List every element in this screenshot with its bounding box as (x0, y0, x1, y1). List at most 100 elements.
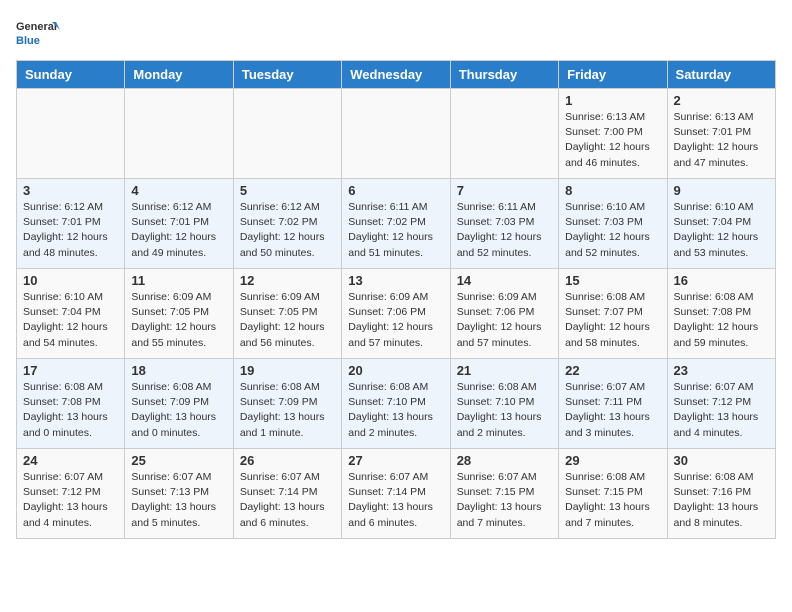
calendar-cell: 5 Sunrise: 6:12 AM Sunset: 7:02 PM Daylig… (233, 179, 341, 269)
day-number: 21 (457, 363, 552, 378)
calendar-cell: 26 Sunrise: 6:07 AM Sunset: 7:14 PM Dayli… (233, 449, 341, 539)
calendar-cell: 10 Sunrise: 6:10 AM Sunset: 7:04 PM Dayli… (17, 269, 125, 359)
day-number: 1 (565, 93, 660, 108)
weekday-header-row: SundayMondayTuesdayWednesdayThursdayFrid… (17, 61, 776, 89)
day-info: Sunrise: 6:09 AM Sunset: 7:05 PM Dayligh… (131, 290, 226, 351)
day-number: 14 (457, 273, 552, 288)
calendar-cell: 25 Sunrise: 6:07 AM Sunset: 7:13 PM Dayli… (125, 449, 233, 539)
day-info: Sunrise: 6:10 AM Sunset: 7:04 PM Dayligh… (23, 290, 118, 351)
day-number: 30 (674, 453, 769, 468)
week-row-5: 24 Sunrise: 6:07 AM Sunset: 7:12 PM Dayli… (17, 449, 776, 539)
calendar-cell: 16 Sunrise: 6:08 AM Sunset: 7:08 PM Dayli… (667, 269, 775, 359)
day-info: Sunrise: 6:09 AM Sunset: 7:06 PM Dayligh… (348, 290, 443, 351)
calendar-cell: 15 Sunrise: 6:08 AM Sunset: 7:07 PM Dayli… (559, 269, 667, 359)
day-number: 27 (348, 453, 443, 468)
calendar-cell (17, 89, 125, 179)
day-number: 16 (674, 273, 769, 288)
calendar-cell: 7Sunrise: 6:11 AM Sunset: 7:03 PM Daylig… (450, 179, 558, 269)
weekday-header-thursday: Thursday (450, 61, 558, 89)
day-info: Sunrise: 6:11 AM Sunset: 7:02 PM Dayligh… (348, 200, 443, 261)
day-number: 8 (565, 183, 660, 198)
day-info: Sunrise: 6:07 AM Sunset: 7:14 PM Dayligh… (240, 470, 335, 531)
day-info: Sunrise: 6:07 AM Sunset: 7:11 PM Dayligh… (565, 380, 660, 441)
day-info: Sunrise: 6:07 AM Sunset: 7:12 PM Dayligh… (23, 470, 118, 531)
day-info: Sunrise: 6:08 AM Sunset: 7:15 PM Dayligh… (565, 470, 660, 531)
calendar-cell: 24 Sunrise: 6:07 AM Sunset: 7:12 PM Dayli… (17, 449, 125, 539)
logo: General Blue (16, 16, 68, 48)
weekday-header-monday: Monday (125, 61, 233, 89)
calendar-cell: 4 Sunrise: 6:12 AM Sunset: 7:01 PM Daylig… (125, 179, 233, 269)
weekday-header-tuesday: Tuesday (233, 61, 341, 89)
day-number: 29 (565, 453, 660, 468)
day-info: Sunrise: 6:12 AM Sunset: 7:01 PM Dayligh… (23, 200, 118, 261)
calendar-cell: 27 Sunrise: 6:07 AM Sunset: 7:14 PM Dayli… (342, 449, 450, 539)
day-number: 5 (240, 183, 335, 198)
day-number: 13 (348, 273, 443, 288)
day-number: 23 (674, 363, 769, 378)
week-row-4: 17Sunrise: 6:08 AM Sunset: 7:08 PM Dayli… (17, 359, 776, 449)
day-info: Sunrise: 6:08 AM Sunset: 7:08 PM Dayligh… (674, 290, 769, 351)
day-info: Sunrise: 6:09 AM Sunset: 7:05 PM Dayligh… (240, 290, 335, 351)
day-number: 6 (348, 183, 443, 198)
day-number: 9 (674, 183, 769, 198)
calendar-cell: 22 Sunrise: 6:07 AM Sunset: 7:11 PM Dayli… (559, 359, 667, 449)
calendar-body: 1 Sunrise: 6:13 AM Sunset: 7:00 PM Daylig… (17, 89, 776, 539)
day-number: 26 (240, 453, 335, 468)
calendar-cell: 1 Sunrise: 6:13 AM Sunset: 7:00 PM Daylig… (559, 89, 667, 179)
day-info: Sunrise: 6:08 AM Sunset: 7:16 PM Dayligh… (674, 470, 769, 531)
calendar-cell (450, 89, 558, 179)
day-info: Sunrise: 6:13 AM Sunset: 7:01 PM Dayligh… (674, 110, 769, 171)
day-number: 28 (457, 453, 552, 468)
day-number: 10 (23, 273, 118, 288)
day-number: 11 (131, 273, 226, 288)
svg-text:Blue: Blue (16, 35, 40, 47)
calendar-cell: 2Sunrise: 6:13 AM Sunset: 7:01 PM Daylig… (667, 89, 775, 179)
day-number: 20 (348, 363, 443, 378)
calendar-cell: 20 Sunrise: 6:08 AM Sunset: 7:10 PM Dayli… (342, 359, 450, 449)
calendar-table: SundayMondayTuesdayWednesdayThursdayFrid… (16, 60, 776, 539)
day-info: Sunrise: 6:08 AM Sunset: 7:08 PM Dayligh… (23, 380, 118, 441)
day-number: 4 (131, 183, 226, 198)
calendar-cell: 9 Sunrise: 6:10 AM Sunset: 7:04 PM Daylig… (667, 179, 775, 269)
day-info: Sunrise: 6:10 AM Sunset: 7:03 PM Dayligh… (565, 200, 660, 261)
day-info: Sunrise: 6:08 AM Sunset: 7:07 PM Dayligh… (565, 290, 660, 351)
calendar-cell: 14 Sunrise: 6:09 AM Sunset: 7:06 PM Dayli… (450, 269, 558, 359)
week-row-3: 10 Sunrise: 6:10 AM Sunset: 7:04 PM Dayli… (17, 269, 776, 359)
day-number: 22 (565, 363, 660, 378)
day-info: Sunrise: 6:08 AM Sunset: 7:10 PM Dayligh… (348, 380, 443, 441)
day-number: 7 (457, 183, 552, 198)
day-info: Sunrise: 6:08 AM Sunset: 7:09 PM Dayligh… (240, 380, 335, 441)
day-number: 18 (131, 363, 226, 378)
calendar-cell: 8 Sunrise: 6:10 AM Sunset: 7:03 PM Daylig… (559, 179, 667, 269)
calendar-cell: 30 Sunrise: 6:08 AM Sunset: 7:16 PM Dayli… (667, 449, 775, 539)
day-info: Sunrise: 6:07 AM Sunset: 7:14 PM Dayligh… (348, 470, 443, 531)
day-info: Sunrise: 6:10 AM Sunset: 7:04 PM Dayligh… (674, 200, 769, 261)
day-info: Sunrise: 6:07 AM Sunset: 7:15 PM Dayligh… (457, 470, 552, 531)
calendar-cell: 11 Sunrise: 6:09 AM Sunset: 7:05 PM Dayli… (125, 269, 233, 359)
calendar-cell: 18 Sunrise: 6:08 AM Sunset: 7:09 PM Dayli… (125, 359, 233, 449)
day-info: Sunrise: 6:12 AM Sunset: 7:01 PM Dayligh… (131, 200, 226, 261)
day-number: 12 (240, 273, 335, 288)
day-number: 15 (565, 273, 660, 288)
calendar-cell: 21 Sunrise: 6:08 AM Sunset: 7:10 PM Dayli… (450, 359, 558, 449)
calendar-cell (125, 89, 233, 179)
calendar-cell (342, 89, 450, 179)
day-number: 3 (23, 183, 118, 198)
week-row-2: 3 Sunrise: 6:12 AM Sunset: 7:01 PM Daylig… (17, 179, 776, 269)
day-info: Sunrise: 6:07 AM Sunset: 7:13 PM Dayligh… (131, 470, 226, 531)
calendar-cell: 3 Sunrise: 6:12 AM Sunset: 7:01 PM Daylig… (17, 179, 125, 269)
calendar-cell: 23Sunrise: 6:07 AM Sunset: 7:12 PM Dayli… (667, 359, 775, 449)
day-number: 25 (131, 453, 226, 468)
day-info: Sunrise: 6:13 AM Sunset: 7:00 PM Dayligh… (565, 110, 660, 171)
day-info: Sunrise: 6:09 AM Sunset: 7:06 PM Dayligh… (457, 290, 552, 351)
calendar-cell: 17Sunrise: 6:08 AM Sunset: 7:08 PM Dayli… (17, 359, 125, 449)
day-info: Sunrise: 6:08 AM Sunset: 7:10 PM Dayligh… (457, 380, 552, 441)
day-number: 24 (23, 453, 118, 468)
calendar-cell: 29 Sunrise: 6:08 AM Sunset: 7:15 PM Dayli… (559, 449, 667, 539)
page-header: General Blue (16, 16, 776, 48)
calendar-cell: 12 Sunrise: 6:09 AM Sunset: 7:05 PM Dayli… (233, 269, 341, 359)
day-number: 19 (240, 363, 335, 378)
svg-text:General: General (16, 21, 57, 33)
day-info: Sunrise: 6:08 AM Sunset: 7:09 PM Dayligh… (131, 380, 226, 441)
day-info: Sunrise: 6:12 AM Sunset: 7:02 PM Dayligh… (240, 200, 335, 261)
